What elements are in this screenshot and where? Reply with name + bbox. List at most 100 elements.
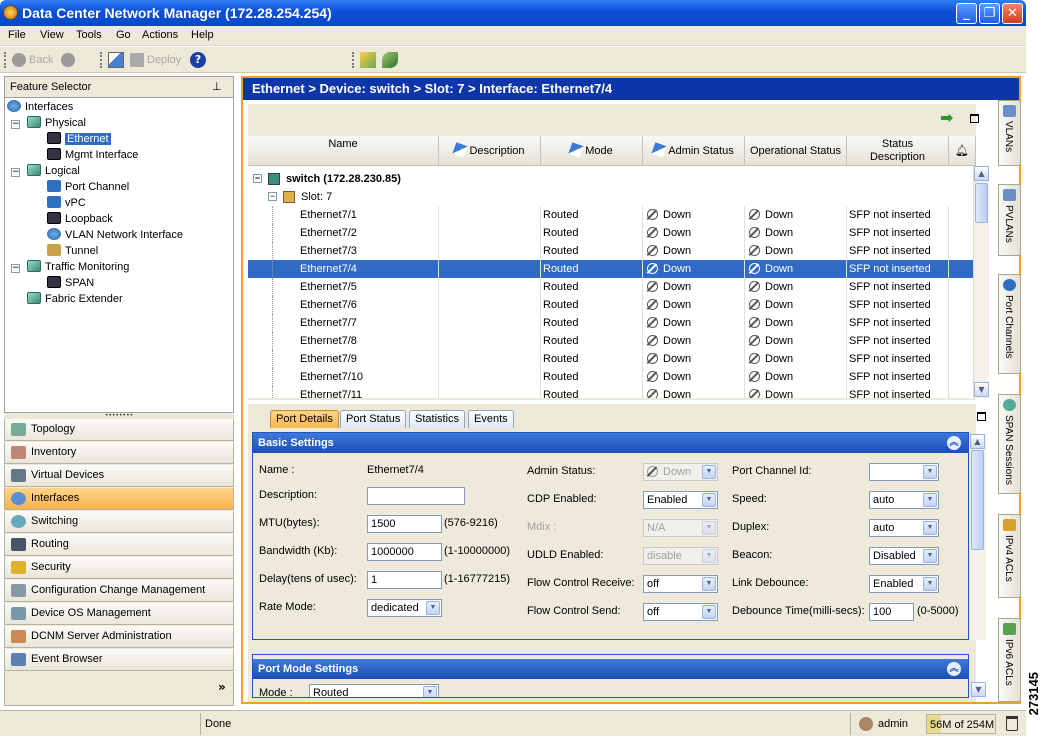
device-toggle[interactable]: − (253, 174, 262, 183)
help-icon[interactable]: ? (190, 52, 206, 68)
col-status-description[interactable]: Status Description (847, 136, 949, 166)
refresh-icon[interactable] (360, 52, 376, 68)
nav-security[interactable]: Security (4, 557, 234, 579)
restore-button[interactable]: ❐ (979, 3, 1000, 24)
tree-traffic-monitoring[interactable]: Traffic Monitoring (27, 259, 129, 275)
deploy-button[interactable]: Deploy (130, 51, 181, 69)
tab-port-status[interactable]: Port Status (340, 410, 407, 428)
details-maximize-icon[interactable] (977, 412, 986, 421)
table-row[interactable]: Ethernet7/10 Routed Down Down SFP not insert… (248, 368, 976, 386)
table-row[interactable]: Ethernet7/2 Routed Down Down SFP not inserte… (248, 224, 976, 242)
close-button[interactable]: ✕ (1002, 3, 1023, 24)
flow-control-send-select[interactable]: off ▼ (643, 603, 718, 621)
col-admin-status[interactable]: Admin Status (643, 136, 745, 166)
tree-port-channel[interactable]: Port Channel (47, 179, 129, 195)
tree-span[interactable]: SPAN (47, 275, 94, 291)
maximize-icon[interactable] (970, 114, 979, 123)
tree-interfaces[interactable]: Interfaces (7, 99, 73, 115)
table-row[interactable]: Ethernet7/1 Routed Down Down SFP not inserte… (248, 206, 976, 224)
tree-logical[interactable]: Logical (27, 163, 80, 179)
mode-select[interactable]: Routed ▼ (309, 684, 439, 697)
tree-logical-toggle[interactable]: − (11, 168, 20, 177)
scroll-thumb[interactable] (975, 183, 988, 223)
admin-status-select[interactable]: Down ▼ (643, 463, 718, 481)
nav-event-browser[interactable]: Event Browser (4, 649, 234, 671)
tree-mgmt-interface[interactable]: Mgmt Interface (47, 147, 138, 163)
side-tab-vlans[interactable]: VLANs (998, 100, 1021, 166)
scroll-down-button[interactable]: ▼ (974, 382, 989, 397)
menu-tools[interactable]: Tools (76, 29, 102, 41)
toolbar-grip-2[interactable] (100, 52, 103, 68)
table-row[interactable]: Ethernet7/11 Routed Down Down SFP not insert… (248, 386, 976, 398)
cdp-select[interactable]: Enabled ▼ (643, 491, 718, 509)
side-tab-ipv6-acls[interactable]: IPv6 ACLs (998, 618, 1021, 702)
menu-file[interactable]: File (8, 29, 26, 41)
collapse-icon[interactable]: ︽ (947, 662, 961, 676)
nav-device-os[interactable]: Device OS Management (4, 603, 234, 625)
nav-virtual-devices[interactable]: Virtual Devices (4, 465, 234, 487)
tree-tunnel[interactable]: Tunnel (47, 243, 98, 259)
table-row[interactable]: Ethernet7/9 Routed Down Down SFP not inserte… (248, 350, 976, 368)
mtu-field[interactable]: 1500 (367, 515, 442, 533)
menu-help[interactable]: Help (191, 29, 214, 41)
tree-traffic-toggle[interactable]: − (11, 264, 20, 273)
flow-control-receive-select[interactable]: off ▼ (643, 575, 718, 593)
tab-port-details[interactable]: Port Details (270, 410, 339, 428)
details-scroll-up[interactable]: ▲ (970, 434, 985, 449)
link-debounce-select[interactable]: Enabled ▼ (869, 575, 939, 593)
discover-icon[interactable] (382, 52, 398, 68)
tree-fabric-extender[interactable]: Fabric Extender (27, 291, 123, 307)
slot-row[interactable]: − Slot: 7 (248, 188, 974, 206)
speed-select[interactable]: auto ▼ (869, 491, 939, 509)
side-tab-ipv4-acls[interactable]: IPv4 ACLs (998, 514, 1021, 598)
tab-events[interactable]: Events (468, 410, 514, 428)
nav-interfaces[interactable]: Interfaces (4, 488, 234, 510)
side-tab-span-sessions[interactable]: SPAN Sessions (998, 394, 1021, 494)
details-scroll-thumb[interactable] (971, 450, 984, 550)
beacon-select[interactable]: Disabled ▼ (869, 547, 939, 565)
details-scroll-down[interactable]: ▼ (971, 682, 986, 697)
device-row[interactable]: − switch (172.28.230.85) (248, 170, 974, 188)
tree-loopback[interactable]: Loopback (47, 211, 113, 227)
collapse-icon[interactable]: ︽ (947, 436, 961, 450)
trash-icon[interactable] (1006, 716, 1018, 731)
tree-physical[interactable]: Physical (27, 115, 86, 131)
toolbar-grip[interactable] (4, 52, 7, 68)
details-scrollbar[interactable]: ▲ (970, 434, 986, 640)
col-alarm[interactable]: 🔔︎ (949, 136, 976, 166)
deploy-arrow-icon[interactable]: ➡ (940, 110, 956, 126)
delay-field[interactable]: 1 (367, 571, 442, 589)
minimize-button[interactable]: _ (956, 3, 977, 24)
pin-icon[interactable]: ⊥ (212, 80, 222, 93)
basic-settings-header[interactable]: Basic Settings ︽ (253, 433, 968, 453)
table-row[interactable]: Ethernet7/7 Routed Down Down SFP not inserte… (248, 314, 976, 332)
table-row[interactable]: Ethernet7/4 Routed Down Down SFP not inserte… (248, 260, 976, 278)
tree-ethernet[interactable]: Ethernet (47, 131, 111, 147)
col-name[interactable]: Name (248, 136, 439, 166)
nav-inventory[interactable]: Inventory (4, 442, 234, 464)
toolbar-grip-3[interactable] (352, 52, 355, 68)
chevron-expand-icon[interactable]: » (218, 680, 226, 694)
menu-go[interactable]: Go (116, 29, 131, 41)
tab-statistics[interactable]: Statistics (409, 410, 466, 428)
duplex-select[interactable]: auto ▼ (869, 519, 939, 537)
table-row[interactable]: Ethernet7/5 Routed Down Down SFP not inserte… (248, 278, 976, 296)
nav-dcnm-admin[interactable]: DCNM Server Administration (4, 626, 234, 648)
side-tab-pvlans[interactable]: PVLANs (998, 184, 1021, 256)
port-mode-header[interactable]: Port Mode Settings ︽ (253, 659, 968, 679)
table-row[interactable]: Ethernet7/6 Routed Down Down SFP not inserte… (248, 296, 976, 314)
nav-routing[interactable]: Routing (4, 534, 234, 556)
nav-switching[interactable]: Switching (4, 511, 234, 533)
description-field[interactable] (367, 487, 465, 505)
back-button[interactable]: Back (12, 51, 78, 69)
side-tab-port-channels[interactable]: Port Channels (998, 274, 1021, 374)
nav-config-change[interactable]: Configuration Change Management (4, 580, 234, 602)
bandwidth-field[interactable]: 1000000 (367, 543, 442, 561)
rate-mode-select[interactable]: dedicated ▼ (367, 599, 442, 617)
col-description[interactable]: Description (439, 136, 541, 166)
menu-view[interactable]: View (40, 29, 64, 41)
tree-vpc[interactable]: vPC (47, 195, 86, 211)
col-operational-status[interactable]: Operational Status (745, 136, 847, 166)
port-channel-id-select[interactable]: ▼ (869, 463, 939, 481)
debounce-time-field[interactable]: 100 (869, 603, 914, 621)
